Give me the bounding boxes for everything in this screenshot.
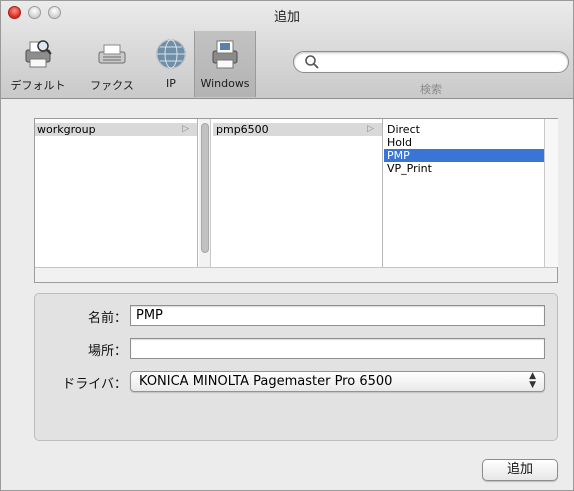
title-bar-toolbar: 追加 デフォルト ファクス IP Windows 検索	[1, 1, 573, 99]
search-caption: 検索	[420, 83, 442, 96]
toolbar-fax[interactable]: ファクス	[79, 31, 145, 97]
toolbar-windows[interactable]: Windows	[194, 31, 256, 97]
list-item[interactable]: VP_Print	[384, 162, 544, 175]
fax-icon	[98, 44, 126, 64]
list-item[interactable]: Direct	[384, 123, 544, 136]
toolbar-fax-label: ファクス	[90, 79, 134, 92]
toolbar-ip-label: IP	[166, 77, 176, 90]
browser-column-printers: Direct Hold PMP VP_Print	[384, 119, 544, 267]
search-icon	[305, 55, 319, 69]
driver-label: ドライバ：	[62, 377, 127, 392]
list-item[interactable]: pmp6500 ▷	[213, 123, 382, 136]
location-row: 場所：	[35, 338, 559, 360]
add-printer-window: 追加 デフォルト ファクス IP Windows 検索 workgroup ▷ …	[0, 0, 574, 491]
horizontal-scrollbar[interactable]	[35, 267, 557, 282]
list-item-label: pmp6500	[216, 123, 269, 136]
location-label: 場所：	[87, 344, 127, 359]
column-scrollbar[interactable]	[199, 119, 211, 267]
toolbar-ip[interactable]: IP	[149, 31, 193, 97]
driver-value: KONICA MINOLTA Pagemaster Pro 6500	[139, 374, 393, 389]
name-field[interactable]: PMP	[130, 305, 545, 326]
name-label: 名前：	[87, 311, 127, 326]
list-item[interactable]: Hold	[384, 136, 544, 149]
window-title: 追加	[273, 10, 300, 25]
chevron-right-icon: ▷	[182, 124, 189, 134]
driver-row: ドライバ： KONICA MINOLTA Pagemaster Pro 6500…	[35, 371, 559, 393]
driver-popup[interactable]: KONICA MINOLTA Pagemaster Pro 6500 ▲ ▼	[130, 371, 545, 392]
globe-icon	[156, 39, 186, 69]
column-scrollbar[interactable]	[544, 119, 558, 267]
printer-info-form: 名前： PMP 場所： ドライバ： KONICA MINOLTA Pagemas…	[34, 293, 558, 441]
search-field[interactable]	[293, 51, 569, 73]
scrollbar-thumb[interactable]	[201, 123, 209, 253]
toolbar-windows-label: Windows	[200, 77, 250, 90]
list-item[interactable]: workgroup ▷	[35, 123, 197, 136]
browser-column-workgroups: workgroup ▷	[35, 119, 198, 267]
windows-printer-icon	[212, 40, 238, 69]
share-browser: workgroup ▷ pmp6500 ▷ Direct Hold PMP VP…	[34, 118, 558, 283]
list-item-label: workgroup	[37, 123, 96, 136]
toolbar-default-label: デフォルト	[10, 79, 66, 92]
updown-arrows-icon: ▲ ▼	[529, 371, 536, 390]
printer-search-icon	[25, 40, 52, 68]
chevron-right-icon: ▷	[367, 124, 374, 134]
add-button[interactable]: 追加	[482, 459, 558, 481]
browser-column-hosts: pmp6500 ▷	[213, 119, 383, 267]
list-item[interactable]: PMP	[384, 149, 544, 162]
name-row: 名前： PMP	[35, 305, 559, 327]
toolbar-default[interactable]: デフォルト	[3, 31, 73, 97]
location-field[interactable]	[130, 338, 545, 359]
